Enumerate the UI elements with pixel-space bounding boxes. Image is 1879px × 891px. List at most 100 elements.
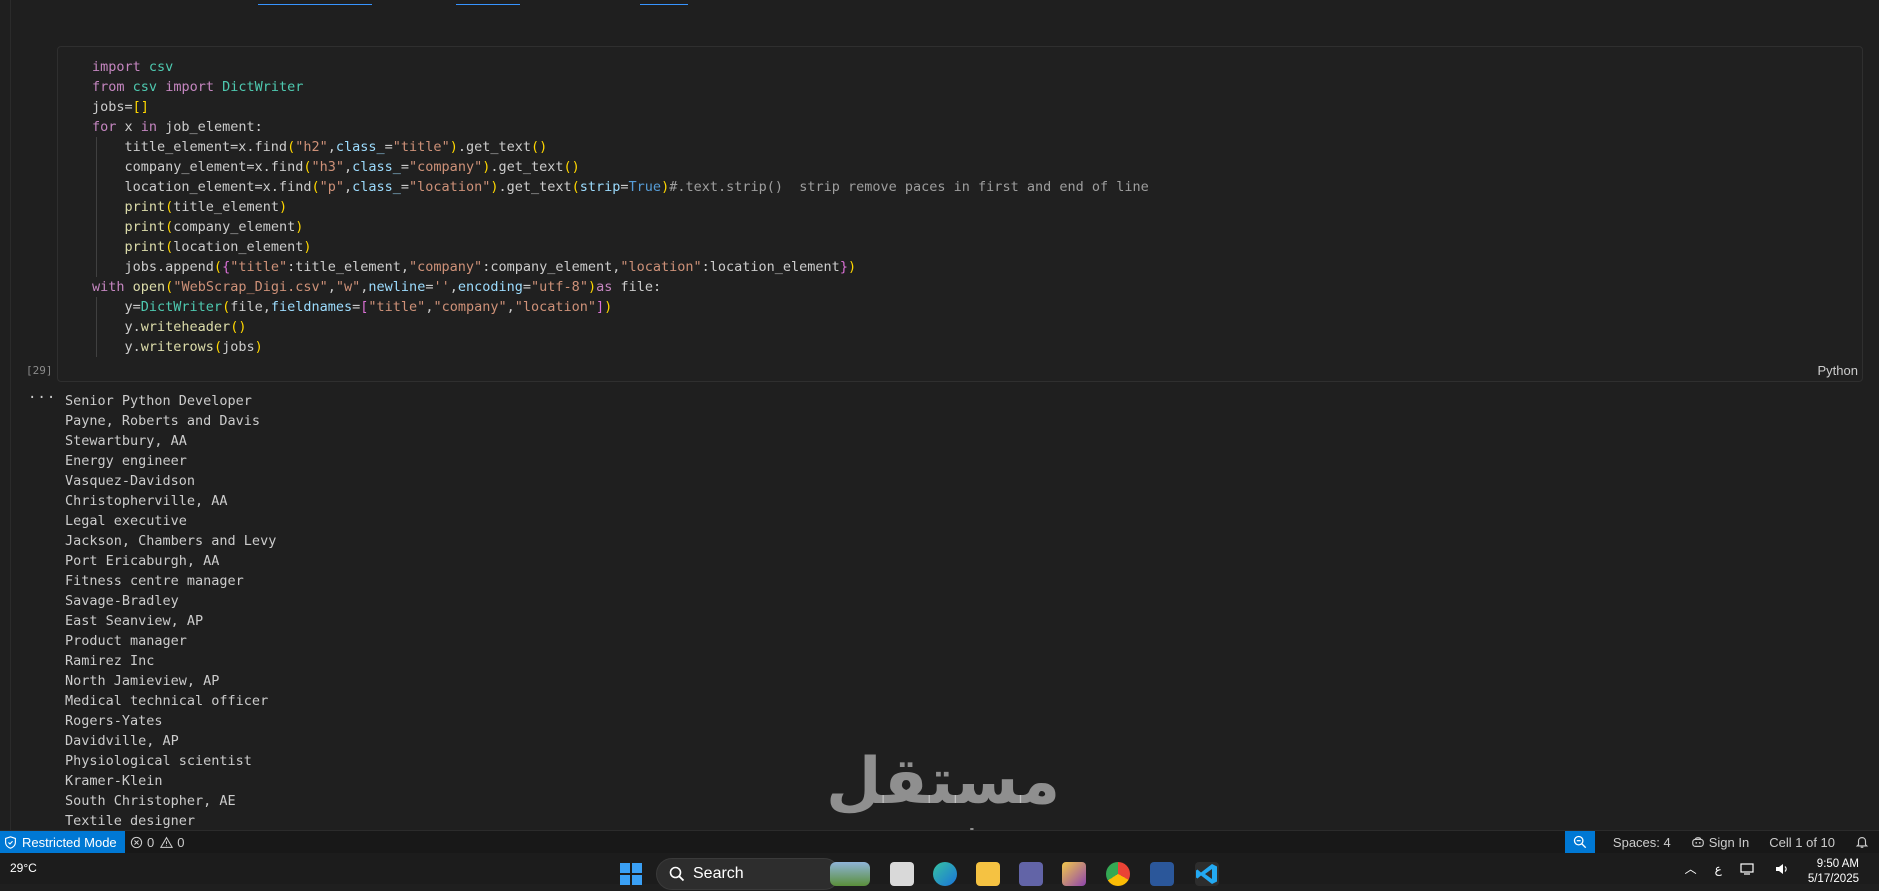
code-line[interactable]: import csv bbox=[92, 57, 1149, 77]
code-token: .get_text bbox=[498, 179, 572, 195]
code-line[interactable]: with open("WebScrap_Digi.csv","w",newlin… bbox=[92, 277, 1149, 297]
restricted-mode-button[interactable]: Restricted Mode bbox=[0, 831, 125, 853]
code-token: print bbox=[124, 219, 166, 235]
chrome-icon[interactable] bbox=[1106, 862, 1130, 886]
code-token: "location" bbox=[514, 299, 597, 315]
code-token: () bbox=[230, 319, 247, 335]
input-language[interactable]: ع bbox=[1715, 862, 1722, 876]
code-token: "h3" bbox=[311, 159, 344, 175]
code-line[interactable]: jobs.append({"title":title_element,"comp… bbox=[92, 257, 1149, 277]
widgets-icon[interactable] bbox=[830, 862, 870, 886]
code-cell[interactable]: import csv from csv import DictWriter jobs… bbox=[26, 46, 1863, 382]
task-view-icon[interactable] bbox=[890, 862, 914, 886]
word-icon[interactable] bbox=[1150, 862, 1174, 886]
clock-date: 5/17/2025 bbox=[1807, 872, 1859, 885]
indent-guide bbox=[96, 257, 97, 277]
code-line[interactable]: title_element=x.find("h2",class_="title"… bbox=[92, 137, 1149, 157]
code-token: "location" bbox=[620, 259, 702, 275]
clock-time: 9:50 AM bbox=[1816, 857, 1859, 870]
error-count: 0 bbox=[147, 834, 155, 850]
problems-button[interactable]: 0 0 bbox=[130, 831, 184, 853]
code-line[interactable]: y.writeheader() bbox=[92, 317, 1149, 337]
snipping-tool-icon[interactable] bbox=[1062, 862, 1086, 886]
link-fragment[interactable] bbox=[456, 0, 520, 5]
weather-widget[interactable]: 29°C bbox=[10, 861, 37, 875]
output-more-actions-icon[interactable]: ··· bbox=[28, 390, 56, 406]
code-token: ) bbox=[254, 339, 263, 355]
code-token: () bbox=[531, 139, 548, 155]
previous-cell-edge bbox=[0, 0, 1879, 16]
code-line[interactable]: print(location_element) bbox=[92, 237, 1149, 257]
code-token: company_element bbox=[173, 219, 296, 235]
code-token: "title" bbox=[392, 139, 450, 155]
code-token: "company" bbox=[433, 299, 507, 315]
windows-start-icon[interactable] bbox=[620, 863, 642, 885]
code-token: import bbox=[165, 79, 214, 95]
code-token: jobs bbox=[222, 339, 255, 355]
code-token: jobs.append bbox=[92, 259, 214, 275]
teams-icon[interactable] bbox=[1019, 862, 1043, 886]
indent-guide bbox=[96, 137, 97, 157]
volume-icon[interactable] bbox=[1774, 862, 1790, 876]
code-token: "h2" bbox=[295, 139, 328, 155]
code-token: = bbox=[384, 139, 393, 155]
output-line: Stewartbury, AA bbox=[65, 433, 187, 449]
code-line[interactable]: y=DictWriter(file,fieldnames=["title","c… bbox=[92, 297, 1149, 317]
clock[interactable]: 9:50 AM 5/17/2025 bbox=[1808, 857, 1859, 887]
code-token: class_ bbox=[335, 139, 385, 155]
vscode-icon[interactable] bbox=[1195, 862, 1219, 886]
code-token: class_ bbox=[352, 159, 401, 175]
code-line[interactable]: print(company_element) bbox=[92, 217, 1149, 237]
code-line[interactable]: jobs=[] bbox=[92, 97, 1149, 117]
link-fragment[interactable] bbox=[258, 0, 372, 5]
code-line[interactable]: company_element=x.find("h3",class_="comp… bbox=[92, 157, 1149, 177]
indent-guide bbox=[96, 317, 97, 337]
code-token: for bbox=[92, 119, 117, 135]
indent-guide bbox=[96, 217, 97, 237]
code-token: = bbox=[400, 179, 410, 195]
code-line[interactable]: for x in job_element: bbox=[92, 117, 1149, 137]
code-token: encoding bbox=[457, 279, 523, 295]
indent-guide bbox=[96, 237, 97, 257]
code-token: { bbox=[222, 259, 231, 275]
code-token: "company" bbox=[409, 259, 483, 275]
tray-overflow-chevron-icon[interactable]: ︿ bbox=[1685, 860, 1697, 877]
code-token: as bbox=[596, 279, 613, 295]
code-token: file, bbox=[230, 299, 271, 315]
code-line[interactable]: y.writerows(jobs) bbox=[92, 337, 1149, 357]
restricted-mode-label: Restricted Mode bbox=[22, 834, 117, 850]
search-icon bbox=[669, 866, 685, 882]
code-token: "title" bbox=[368, 299, 426, 315]
shield-icon bbox=[5, 835, 16, 849]
zoom-button[interactable] bbox=[1564, 831, 1595, 853]
code-line[interactable]: location_element=x.find("p",class_="loca… bbox=[92, 177, 1149, 197]
cell-language-label[interactable]: Python bbox=[1818, 363, 1858, 378]
code-token: DictWriter bbox=[140, 299, 223, 315]
code-token: open bbox=[132, 279, 166, 295]
edge-browser-icon[interactable] bbox=[933, 862, 957, 886]
code-token: company_element=x.find bbox=[92, 159, 304, 175]
output-line: Kramer-Klein bbox=[65, 773, 163, 789]
file-explorer-icon[interactable] bbox=[976, 862, 1000, 886]
code-token: class_ bbox=[352, 179, 401, 195]
notifications-button[interactable] bbox=[1845, 835, 1879, 849]
status-bar: Restricted Mode 0 0 Spaces: 4 Sign In Ce… bbox=[0, 830, 1879, 853]
taskbar-search[interactable]: Search bbox=[656, 858, 840, 890]
code-line[interactable]: print(title_element) bbox=[92, 197, 1149, 217]
link-fragment[interactable] bbox=[640, 0, 688, 5]
indentation-button[interactable]: Spaces: 4 bbox=[1603, 835, 1681, 850]
vscode-logo-icon bbox=[1196, 864, 1217, 884]
network-icon[interactable] bbox=[1740, 862, 1756, 876]
gutter-divider bbox=[10, 0, 11, 830]
sign-in-button[interactable]: Sign In bbox=[1681, 835, 1759, 850]
output-line: Fitness centre manager bbox=[65, 573, 244, 589]
code-editor[interactable]: import csv from csv import DictWriter jobs… bbox=[92, 57, 1149, 357]
cell-position-button[interactable]: Cell 1 of 10 bbox=[1759, 835, 1845, 850]
code-line[interactable]: from csv import DictWriter bbox=[92, 77, 1149, 97]
code-token: ) bbox=[303, 239, 312, 255]
output-line: Textile designer bbox=[65, 813, 196, 829]
code-token: ( bbox=[311, 179, 320, 195]
code-token: ( bbox=[213, 339, 223, 355]
